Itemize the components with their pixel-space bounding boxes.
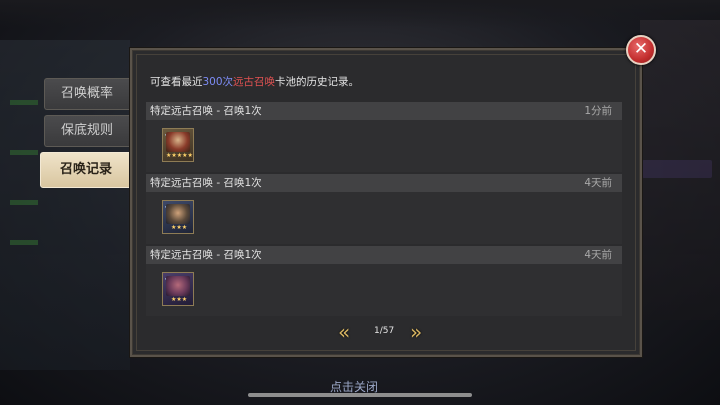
record-body: ◆ ★★★★★ bbox=[146, 120, 622, 172]
hero-portrait bbox=[166, 132, 190, 152]
background-right-panel bbox=[640, 20, 720, 320]
hero-card[interactable]: ◆ ★★★★★ bbox=[162, 128, 194, 162]
double-chevron-left-icon[interactable]: « bbox=[338, 322, 350, 342]
record-body: ◆ ★★★ bbox=[146, 264, 622, 316]
hero-portrait bbox=[166, 204, 190, 224]
history-intro-text: 可查看最近300次远古召唤卡池的历史记录。 bbox=[150, 74, 359, 89]
star-icon: ★★★★★ bbox=[166, 152, 193, 159]
record-time: 1分前 bbox=[584, 105, 612, 117]
close-icon: ✕ bbox=[633, 39, 649, 59]
hero-card[interactable]: ◆ ★★★ bbox=[162, 200, 194, 234]
record-title: 特定远古召唤 - 召唤1次 bbox=[150, 105, 262, 117]
home-indicator[interactable] bbox=[248, 393, 472, 397]
background-bar bbox=[10, 200, 38, 205]
record-title: 特定远古召唤 - 召唤1次 bbox=[150, 249, 262, 261]
intro-prefix: 可查看最近 bbox=[150, 76, 203, 88]
record-body: ◆ ★★★ bbox=[146, 192, 622, 244]
history-record: 特定远古召唤 - 召唤1次 1分前 ◆ ★★★★★ bbox=[146, 102, 622, 172]
background-bar bbox=[10, 240, 38, 245]
background-topbar bbox=[0, 0, 720, 28]
background-button bbox=[642, 160, 712, 178]
page-indicator: 1/57 bbox=[374, 326, 395, 336]
record-header: 特定远古召唤 - 召唤1次 4天前 bbox=[146, 174, 622, 192]
intro-pool-name: 远古召唤 bbox=[233, 76, 276, 88]
hero-portrait bbox=[166, 276, 190, 296]
record-header: 特定远古召唤 - 召唤1次 1分前 bbox=[146, 102, 622, 120]
tab-summon-history[interactable]: 召唤记录 bbox=[40, 152, 132, 188]
intro-count: 300次 bbox=[202, 76, 234, 88]
record-title: 特定远古召唤 - 召唤1次 bbox=[150, 177, 262, 189]
pagination: « 1/57 » bbox=[330, 322, 440, 342]
record-time: 4天前 bbox=[584, 249, 612, 261]
double-chevron-right-icon[interactable]: » bbox=[410, 322, 422, 342]
star-icon: ★★★ bbox=[171, 224, 188, 231]
hero-card[interactable]: ◆ ★★★ bbox=[162, 272, 194, 306]
close-button[interactable]: ✕ bbox=[626, 35, 656, 65]
tab-pity-rules[interactable]: 保底规则 bbox=[44, 115, 129, 147]
star-icon: ★★★ bbox=[171, 296, 188, 303]
history-record: 特定远古召唤 - 召唤1次 4天前 ◆ ★★★ bbox=[146, 174, 622, 244]
tab-summon-probability[interactable]: 召唤概率 bbox=[44, 78, 129, 110]
history-record: 特定远古召唤 - 召唤1次 4天前 ◆ ★★★ bbox=[146, 246, 622, 316]
background-bar bbox=[10, 150, 38, 155]
record-time: 4天前 bbox=[584, 177, 612, 189]
record-header: 特定远古召唤 - 召唤1次 4天前 bbox=[146, 246, 622, 264]
intro-suffix: 卡池的历史记录。 bbox=[275, 76, 360, 88]
background-bar bbox=[10, 100, 38, 105]
